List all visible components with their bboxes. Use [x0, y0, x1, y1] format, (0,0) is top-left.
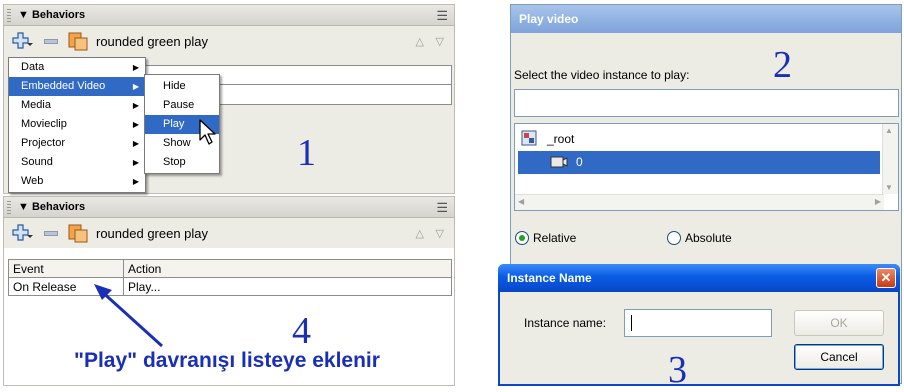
behaviors-toolbar: rounded green play △ ▽ — [4, 218, 454, 248]
panel-title: ▼ Behaviors — [18, 201, 86, 213]
table-header-row: Event Action — [8, 259, 452, 278]
menu-item-media[interactable]: Media ▶ — [9, 96, 145, 115]
column-header-event[interactable]: Event — [8, 259, 124, 278]
panel-header[interactable]: ▼ Behaviors ☰ — [4, 5, 454, 26]
step-number-1: 1 — [297, 132, 316, 174]
submenu-arrow-icon: ▶ — [132, 101, 139, 110]
radio-relative[interactable] — [515, 231, 529, 245]
tree-item-selected[interactable]: 0 — [518, 151, 880, 174]
submenu-arrow-icon: ▶ — [132, 177, 139, 186]
instance-tree[interactable]: _root 0 ▲ ▼ ◀ ▶ — [514, 123, 899, 211]
symbol-icon — [68, 224, 88, 243]
action-cell[interactable]: Play... — [123, 277, 452, 296]
radio-absolute[interactable] — [667, 231, 681, 245]
collapse-triangle-icon[interactable]: ▼ — [18, 9, 29, 21]
behaviors-table: Event Action On Release Play... — [8, 259, 452, 296]
move-up-icon[interactable]: △ — [416, 35, 424, 48]
radio-relative-label[interactable]: Relative — [533, 231, 576, 245]
caption: "Play" davranışı listeye eklenir — [74, 349, 380, 372]
add-behavior-icon[interactable] — [12, 224, 34, 242]
instance-name-label: Instance name: — [524, 316, 607, 330]
instance-name-input[interactable] — [624, 309, 772, 337]
table-row[interactable]: On Release Play... — [8, 277, 452, 296]
grip-icon[interactable] — [7, 201, 11, 214]
dialog-title: Play video — [511, 5, 901, 33]
symbol-icon — [68, 32, 88, 51]
move-down-icon[interactable]: ▽ — [436, 227, 444, 240]
mouse-cursor-icon — [199, 119, 216, 145]
dialog-prompt: Select the video instance to play: — [514, 68, 690, 82]
ok-button[interactable]: OK — [794, 310, 884, 336]
menu-item-hide[interactable]: Hide — [145, 77, 219, 96]
scroll-up-icon[interactable]: ▲ — [885, 126, 893, 135]
move-down-icon[interactable]: ▽ — [436, 35, 444, 48]
radio-absolute-label[interactable]: Absolute — [685, 231, 732, 245]
behavior-category-menu: Data ▶ Embedded Video ▶ Media ▶ Movieclip ▶ … — [8, 57, 146, 193]
panel-title: ▼ Behaviors — [18, 9, 86, 21]
menu-item-pause[interactable]: Pause — [145, 96, 219, 115]
scroll-down-icon[interactable]: ▼ — [885, 183, 893, 192]
dialog-titlebar[interactable]: Instance Name ✕ — [498, 264, 900, 292]
add-behavior-icon[interactable] — [12, 32, 34, 50]
symbol-name: rounded green play — [96, 226, 209, 241]
video-icon — [550, 156, 568, 168]
annotation-arrow-icon — [94, 284, 164, 348]
step-number-4: 4 — [292, 310, 311, 352]
submenu-arrow-icon: ▶ — [132, 63, 139, 72]
submenu-arrow-icon: ▶ — [132, 82, 139, 91]
submenu-arrow-icon: ▶ — [132, 120, 139, 129]
column-header-action[interactable]: Action — [123, 259, 452, 278]
behaviors-toolbar: rounded green play △ ▽ — [4, 26, 454, 56]
options-menu-icon[interactable]: ☰ — [436, 200, 448, 216]
menu-item-data[interactable]: Data ▶ — [9, 58, 145, 77]
remove-behavior-icon[interactable] — [44, 39, 58, 44]
scroll-right-icon[interactable]: ▶ — [875, 197, 881, 206]
menu-item-projector[interactable]: Projector ▶ — [9, 134, 145, 153]
collapse-triangle-icon[interactable]: ▼ — [18, 201, 29, 213]
panel-header[interactable]: ▼ Behaviors ☰ — [4, 197, 454, 218]
submenu-arrow-icon: ▶ — [132, 158, 139, 167]
dialog-title: Instance Name — [507, 271, 592, 285]
options-menu-icon[interactable]: ☰ — [436, 8, 448, 24]
scroll-left-icon[interactable]: ◀ — [518, 197, 524, 206]
cancel-button[interactable]: Cancel — [794, 344, 884, 370]
menu-item-embedded-video[interactable]: Embedded Video ▶ — [9, 77, 145, 96]
step-number-2: 2 — [773, 44, 792, 86]
movieclip-icon — [521, 130, 537, 146]
menu-item-stop[interactable]: Stop — [145, 153, 219, 172]
move-up-icon[interactable]: △ — [416, 227, 424, 240]
menu-item-sound[interactable]: Sound ▶ — [9, 153, 145, 172]
behaviors-table-wrap: Event Action On Release Play... — [8, 259, 452, 296]
instance-name-dialog: Instance Name ✕ Instance name: OK Cancel… — [498, 264, 900, 391]
step-number-3: 3 — [668, 349, 687, 391]
grip-icon[interactable] — [7, 9, 11, 22]
horizontal-scrollbar[interactable]: ◀ ▶ — [515, 194, 884, 210]
behaviors-panel-bottom: ▼ Behaviors ☰ rounded green play △ ▽ Eve… — [3, 196, 455, 386]
text-caret — [631, 315, 632, 331]
tree-item-root[interactable]: _root — [521, 129, 881, 149]
menu-item-web[interactable]: Web ▶ — [9, 172, 145, 191]
submenu-arrow-icon: ▶ — [132, 139, 139, 148]
remove-behavior-icon[interactable] — [44, 231, 58, 236]
close-icon[interactable]: ✕ — [876, 268, 896, 288]
symbol-name: rounded green play — [96, 34, 209, 49]
menu-item-movieclip[interactable]: Movieclip ▶ — [9, 115, 145, 134]
vertical-scrollbar[interactable]: ▲ ▼ — [882, 124, 898, 194]
target-path-input[interactable] — [514, 89, 899, 117]
